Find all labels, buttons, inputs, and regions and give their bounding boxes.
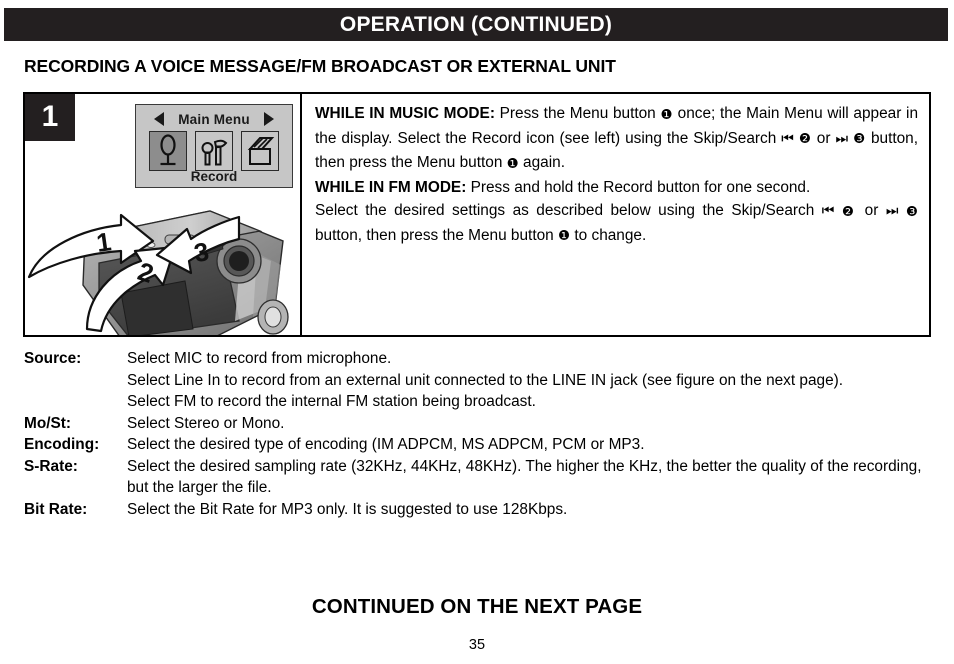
skip-next-icon: ⏭ (885, 203, 899, 219)
settings-text-3: or (857, 202, 886, 219)
setting-row-srate: S-Rate: Select the desired sampling rate… (24, 456, 939, 499)
setting-term-srate: S-Rate: (24, 457, 78, 475)
microphone-record-icon (149, 131, 187, 171)
skip-prev-icon: ⏮ (821, 203, 835, 219)
step-number: 1 (41, 99, 59, 133)
setting-desc-line: Select MIC to record from microphone. (127, 350, 392, 367)
lcd-main-menu-screen: Main Menu Record (135, 104, 293, 188)
continued-notice: CONTINUED ON THE NEXT PAGE (311, 595, 643, 618)
lcd-selected-label: Record (190, 169, 238, 184)
skip-prev-icon: ⏮ (781, 130, 794, 147)
setting-term-most: Mo/St: (24, 414, 72, 432)
setting-row-encoding: Encoding: Select the desired type of enc… (24, 434, 939, 456)
page-header-bar: OPERATION (CONTINUED) (4, 8, 948, 41)
settings-text-5: to change. (570, 226, 647, 244)
setting-desc-line: Select FM to record the internal FM stat… (127, 393, 536, 410)
instruction-paragraph-music-mode: WHILE IN MUSIC MODE: Press the Menu butt… (315, 102, 918, 176)
setting-term-bitrate: Bit Rate: (24, 500, 88, 518)
marker-3-icon: ❸ (905, 203, 919, 220)
left-triangle-icon (154, 112, 165, 126)
page-number: 35 (468, 637, 486, 653)
fm-mode-text-1: Press and hold the Record button for one… (466, 178, 811, 196)
lcd-icon-row (136, 131, 292, 171)
recording-settings-list: Source: Select MIC to record from microp… (24, 348, 939, 520)
step-number-badge: 1 (25, 94, 75, 141)
music-mode-text-5: again. (518, 154, 565, 171)
marker-4-icon: ❶ (558, 228, 571, 244)
marker-1-icon: ❶ (660, 106, 673, 123)
setting-term-source: Source: (24, 350, 82, 367)
setting-row-most: Mo/St: Select Stereo or Mono. (24, 413, 939, 435)
marker-2-icon: ❷ (841, 203, 858, 220)
marker-4-icon: ❶ (506, 155, 519, 172)
marker-2-icon: ❷ (798, 131, 812, 147)
step-1-box: 1 Main Menu Record 1 2 3 WHILE IN MUSIC … (23, 92, 931, 337)
page-title: OPERATION (CONTINUED) (339, 13, 613, 36)
step-illustration-panel: 1 Main Menu Record 1 2 3 (25, 94, 302, 335)
setting-desc-most: Select Stereo or Mono. (127, 414, 285, 432)
instruction-paragraph-settings: Select the desired settings as described… (315, 199, 918, 248)
files-folder-icon (241, 131, 279, 171)
step-instructions-panel: WHILE IN MUSIC MODE: Press the Menu butt… (304, 94, 929, 335)
setting-desc-bitrate: Select the Bit Rate for MP3 only. It is … (127, 500, 568, 518)
music-mode-text-1: Press the Menu button (494, 105, 661, 122)
music-mode-text-3: or (811, 129, 836, 147)
settings-tools-icon (195, 131, 233, 171)
setting-desc-source: Select MIC to record from microphone. Se… (127, 348, 939, 413)
setting-row-source: Source: Select MIC to record from microp… (24, 348, 939, 413)
right-triangle-icon (263, 112, 274, 126)
marker-3-icon: ❸ (853, 131, 866, 147)
settings-text-4: button, then press the Menu button (315, 226, 558, 244)
lcd-title: Main Menu (178, 111, 250, 127)
setting-row-bitrate: Bit Rate: Select the Bit Rate for MP3 on… (24, 499, 939, 521)
music-mode-lead: WHILE IN MUSIC MODE: (315, 105, 495, 122)
instruction-paragraph-fm-mode: WHILE IN FM MODE: Press and hold the Rec… (315, 176, 918, 200)
lcd-title-row: Main Menu (136, 109, 292, 129)
settings-text-1: Select the desired settings as described… (315, 202, 822, 219)
skip-next-icon: ⏭ (835, 130, 849, 147)
setting-desc-encoding: Select the desired type of encoding (IM … (127, 436, 645, 453)
setting-term-encoding: Encoding: (24, 436, 100, 453)
setting-desc-line: Select Line In to record from an externa… (127, 371, 844, 389)
section-heading: RECORDING A VOICE MESSAGE/FM BROADCAST O… (24, 56, 616, 76)
setting-desc-srate: Select the desired sampling rate (32KHz,… (127, 457, 922, 497)
fm-mode-lead: WHILE IN FM MODE: (315, 178, 467, 196)
device-illustration: 1 2 3 (27, 210, 289, 335)
